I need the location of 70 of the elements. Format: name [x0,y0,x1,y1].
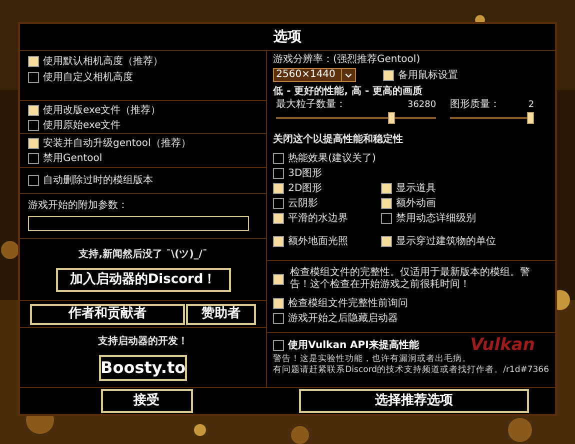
checkbox-label: 检查模组文件的完整性。仅适用于最新版本的模组。警告！这个检查在开始游戏之前很耗时间！ [290,267,532,291]
checkbox-label: 使用原始exe文件 [43,119,121,132]
dialog-title: 选项 [274,28,302,46]
warning-text: 警告！这是实验性功能，也许有漏洞或者出毛病。 [273,354,472,364]
checkbox-label: 热能效果(建议关了) [288,152,376,165]
checkbox-label: 禁用动态详细级别 [396,212,476,225]
action-button[interactable]: 加入启动器的Discord！ [56,268,231,292]
checkbox[interactable] [28,56,39,67]
slider-value: 36280 [407,99,436,111]
checkbox-label: 检查模组文件完整性前询问 [288,297,408,310]
checkbox[interactable] [28,153,39,164]
checkbox-label: 2D图形 [288,182,322,195]
checkbox-label: 使用默认相机高度（推荐） [43,55,163,68]
checkbox-label: 云阴影 [288,197,318,210]
checkbox[interactable] [28,105,39,116]
field-label: 游戏开始的附加参数： [28,200,129,212]
input-field[interactable] [28,216,249,231]
checkbox-label: 安装并自动升级gentool（推荐） [43,137,191,150]
slider[interactable] [450,112,534,124]
checkbox-label: 禁用Gentool [43,152,102,165]
checkbox[interactable] [273,274,284,284]
action-button[interactable]: 接受 [100,389,192,413]
checkbox-label: 显示穿过建筑物的单位 [396,235,496,248]
checkbox-label: 显示道具 [396,182,436,195]
slider-value: 2 [528,99,534,111]
action-button[interactable]: 赞助者 [186,304,256,324]
slider-thumb[interactable] [527,112,534,124]
checkbox-label: 使用改版exe文件（推荐） [43,104,161,117]
news-text: 支持,新闻然后没了 ¯\(ツ)_/¯ [78,247,208,262]
action-button[interactable]: 作者和贡献者 [30,304,185,324]
slider-label: 图形质量： [450,99,500,111]
checkbox[interactable] [381,213,392,224]
checkbox[interactable] [28,138,39,149]
checkbox-label: 备用鼠标设置 [398,68,458,82]
slider-thumb[interactable] [388,112,395,124]
checkbox[interactable] [273,183,284,194]
checkbox[interactable] [28,72,39,83]
checkbox-label: 3D图形 [288,167,322,180]
checkbox[interactable] [381,183,392,194]
checkbox-label: 使用自定义相机高度 [43,71,133,84]
checkbox[interactable] [273,153,284,164]
checkbox[interactable] [28,120,39,131]
slider-label: 最大粒子数量： [276,99,346,111]
quality-hint: 低 - 更好的性能, 高 - 更高的画质 [273,86,424,98]
warning-text: 有问题请赶紧联系Discord的技术支持频道或者找打作者。/r1d#7366 [273,365,549,376]
vulkan-logo: Vulkan [470,336,535,354]
checkbox-label: 平滑的水边界 [288,212,348,225]
resolution-dropdown[interactable]: 2560×1440 [273,68,356,82]
checkbox-label: 自动删除过时的模组版本 [43,174,153,187]
checkbox[interactable] [273,298,284,309]
checkbox[interactable] [28,175,39,186]
slider[interactable] [276,112,436,124]
action-button[interactable]: 选择推荐选项 [299,389,529,413]
checkbox[interactable] [273,168,284,179]
resolution-label: 游戏分辨率：(强烈推荐Gentool) [273,54,422,66]
checkbox-label: 额外地面光照 [288,235,348,248]
checkbox-label: 游戏开始之后隐藏启动器 [288,312,398,325]
checkbox[interactable] [381,236,392,247]
checkbox[interactable] [273,340,284,350]
checkbox[interactable] [273,213,284,224]
checkbox[interactable] [383,70,394,80]
performance-heading: 关闭这个以提高性能和稳定性 [273,134,404,146]
support-text: 支持启动器的开发！ [98,334,188,349]
action-button[interactable]: Boosty.to [99,355,188,381]
checkbox-label: 额外动画 [396,197,436,210]
checkbox[interactable] [273,198,284,209]
checkbox-label: 使用Vulkan API来提高性能 [288,338,419,352]
checkbox[interactable] [273,313,284,324]
checkbox[interactable] [381,198,392,209]
checkbox[interactable] [273,236,284,247]
